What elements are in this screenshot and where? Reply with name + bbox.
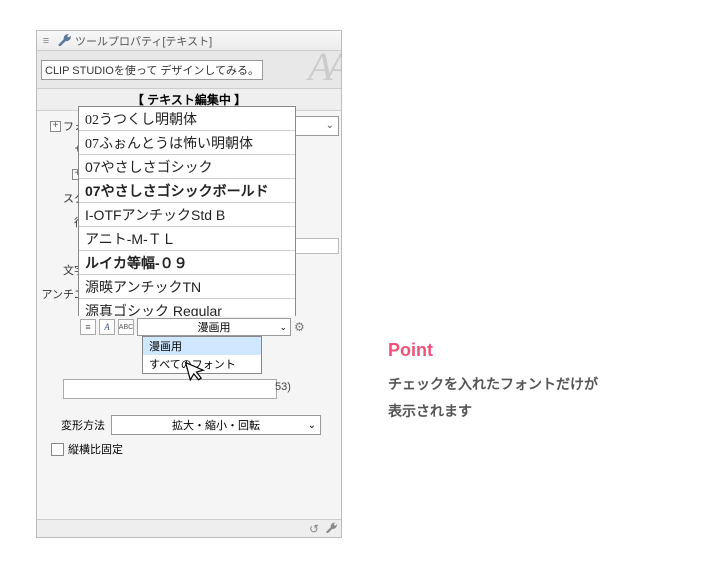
- settings-wrench-icon[interactable]: [325, 521, 337, 536]
- font-preview-icon[interactable]: A: [99, 319, 115, 335]
- font-option[interactable]: ルイカ等幅-０９: [79, 251, 295, 275]
- text-deco-icon: AA: [308, 51, 341, 89]
- transform-label: 変形方法: [43, 417, 111, 433]
- preview-text: CLIP STUDIOを使って デザインしてみる。: [41, 60, 263, 80]
- filter-option-manga[interactable]: 漫画用: [143, 337, 261, 355]
- list-view-icon[interactable]: ≡: [80, 319, 96, 335]
- lock-aspect-checkbox[interactable]: [51, 443, 64, 456]
- abc-icon[interactable]: ABC: [118, 319, 134, 335]
- font-option[interactable]: 源暎アンチックTN: [79, 275, 295, 299]
- font-filter-bar: ≡ A ABC 漫画用 ⌄ ⚙: [78, 316, 310, 338]
- lock-aspect-row: 縦横比固定: [51, 441, 123, 457]
- lock-aspect-label: 縦横比固定: [68, 441, 123, 457]
- panel-titlebar: ≡ ツールプロパティ[テキスト]: [37, 31, 341, 51]
- point-body: チェックを入れたフォントだけが 表示されます: [388, 371, 688, 424]
- filter-option-all[interactable]: すべてのフォント: [143, 355, 261, 373]
- font-filter-popup: 漫画用 すべてのフォント: [142, 336, 262, 374]
- point-title: Point: [388, 340, 688, 361]
- annotation-note: Point チェックを入れたフォントだけが 表示されます: [388, 340, 688, 424]
- font-option[interactable]: 07ふぉんとうは怖い明朝体: [79, 131, 295, 155]
- wrench-icon: [57, 32, 71, 49]
- font-option[interactable]: 07やさしさゴシックボールド: [79, 179, 295, 203]
- transform-value: 拡大・縮小・回転: [172, 417, 260, 433]
- font-option[interactable]: 07やさしさゴシック: [79, 155, 295, 179]
- font-dropdown-list[interactable]: 02うつくし明朝体07ふぉんとうは怖い明朝体07やさしさゴシック07やさしさゴシ…: [78, 106, 296, 324]
- text-preview-strip: CLIP STUDIOを使って デザインしてみる。 AA: [37, 51, 341, 89]
- font-filter-select[interactable]: 漫画用 ⌄: [137, 318, 291, 336]
- transform-row: 変形方法 拡大・縮小・回転 ⌄: [43, 415, 321, 435]
- panel-footer: ↺: [37, 519, 341, 537]
- panel-title: ツールプロパティ[テキスト]: [75, 33, 212, 49]
- filter-select-value: 漫画用: [198, 319, 231, 335]
- chevron-down-icon: ⌄: [308, 420, 316, 431]
- transform-select[interactable]: 拡大・縮小・回転 ⌄: [111, 415, 321, 435]
- font-option[interactable]: I-OTFアンチックStd B: [79, 203, 295, 227]
- chevron-down-icon: ⌄: [279, 322, 287, 333]
- gear-icon[interactable]: ⚙: [294, 320, 308, 334]
- reset-icon[interactable]: ↺: [309, 522, 319, 536]
- expand-icon[interactable]: +: [50, 121, 61, 132]
- font-option[interactable]: アニト-M-ＴＬ: [79, 227, 295, 251]
- panel-menu-icon[interactable]: ≡: [39, 35, 53, 47]
- chevron-down-icon: ⌄: [326, 120, 334, 131]
- text-input[interactable]: [63, 379, 277, 399]
- value-readout: 53): [275, 381, 291, 393]
- font-option[interactable]: 02うつくし明朝体: [79, 107, 295, 131]
